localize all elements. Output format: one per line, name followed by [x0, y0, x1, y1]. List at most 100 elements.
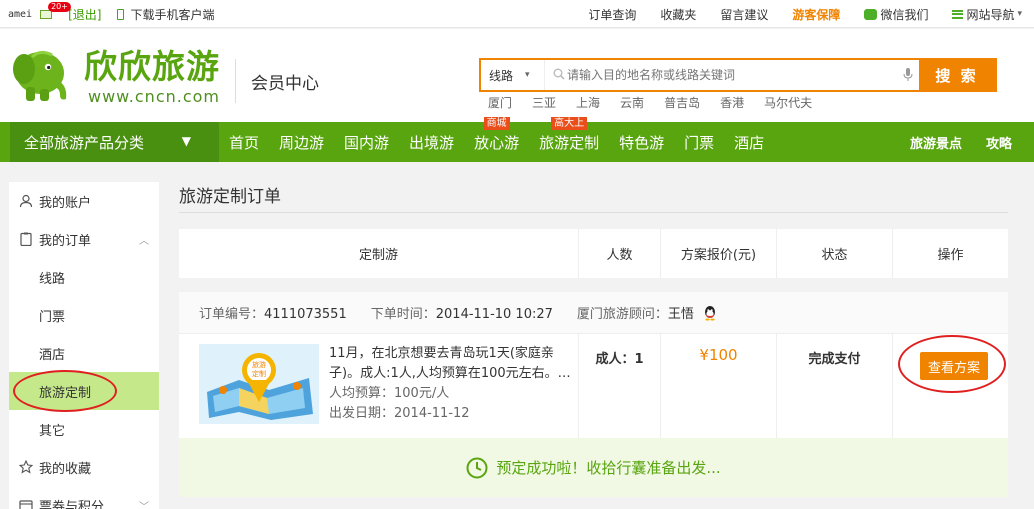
hot-destination-link[interactable]: 厦门 — [488, 94, 512, 111]
elephant-logo-icon[interactable] — [10, 43, 74, 107]
nav-item-attractions[interactable]: 旅游景点 — [910, 133, 962, 152]
hot-destination-link[interactable]: 马尔代夫 — [764, 94, 812, 111]
hot-destinations: 厦门 三亚 上海 云南 普吉岛 香港 马尔代夫 — [488, 94, 812, 111]
menu-icon — [952, 9, 964, 19]
microphone-icon[interactable] — [903, 68, 913, 82]
top-bar-left: amei 20+ [退出] 下载手机客户端 — [8, 0, 214, 28]
order-price: ¥100 — [661, 334, 777, 438]
sidebar-item-label: 其它 — [39, 423, 66, 439]
sidebar-subitem-custom-travel[interactable]: 旅游定制 — [9, 372, 159, 410]
sidebar-item-label: 旅游定制 — [39, 385, 92, 401]
sidebar-item-orders[interactable]: 我的订单 ︿ — [9, 220, 159, 258]
hot-destination-link[interactable]: 云南 — [620, 94, 644, 111]
nav-item-custom-travel[interactable]: 高大上 旅游定制 — [529, 117, 609, 162]
search-category-value: 线路 — [489, 68, 514, 83]
nav-item-tickets[interactable]: 门票 — [674, 122, 724, 162]
brand-name[interactable]: 欣欣旅游 — [84, 47, 220, 87]
sidebar-item-label: 我的账户 — [39, 195, 92, 211]
all-categories-menu[interactable]: 全部旅游产品分类 ▼ — [10, 122, 219, 162]
sidebar-item-account[interactable]: 我的账户 — [9, 182, 159, 220]
sidebar-item-label: 线路 — [39, 271, 66, 287]
order-budget: 人均预算：100元/人 — [329, 384, 579, 404]
wechat-link[interactable]: 微信我们 — [852, 6, 940, 23]
svg-text:定制: 定制 — [252, 369, 266, 378]
hot-destination-link[interactable]: 普吉岛 — [664, 94, 700, 111]
username[interactable]: amei — [8, 9, 32, 20]
order-number-label: 订单编号： — [199, 307, 265, 322]
nav-item-featured[interactable]: 特色游 — [609, 122, 674, 162]
search-category-select[interactable]: 线路 ▾ — [481, 60, 545, 90]
sidebar: 我的账户 我的订单 ︿ 线路 门票 酒店 旅游定制 其它 我的收藏 票券与积分 … — [9, 182, 159, 509]
order-card: 订单编号：4111073551 下单时间：2014-11-10 10:27 厦门… — [179, 292, 1008, 497]
download-app-link[interactable]: 下载手机客户端 — [130, 6, 214, 23]
order-summary[interactable]: 11月，在北京想要去青岛玩1天(家庭亲子)。成人:1人,人均预算在100元左右。… — [329, 344, 579, 384]
svg-text:旅游: 旅游 — [252, 360, 266, 369]
chevron-down-icon: ▼ — [181, 134, 191, 148]
hot-destination-link[interactable]: 上海 — [576, 94, 600, 111]
feedback-link[interactable]: 留言建议 — [708, 6, 780, 23]
nav-item-domestic[interactable]: 国内游 — [334, 122, 399, 162]
order-success-banner: 预定成功啦！收拾行囊准备出发... — [179, 438, 1008, 497]
hot-destination-link[interactable]: 三亚 — [532, 94, 556, 111]
order-description: 11月，在北京想要去青岛玩1天(家庭亲子)。成人:1人,人均预算在100元左右。… — [329, 344, 579, 424]
nav-item-assured[interactable]: 商城 放心游 — [464, 117, 529, 162]
nav-item-outbound[interactable]: 出境游 — [399, 122, 464, 162]
chevron-up-icon: ︿ — [139, 236, 149, 247]
wechat-label: 微信我们 — [880, 7, 929, 22]
sidebar-subitem-hotels[interactable]: 酒店 — [9, 334, 159, 372]
view-plan-button[interactable]: 查看方案 — [920, 352, 988, 380]
header-divider — [235, 59, 236, 103]
mail-icon[interactable]: 20+ — [40, 1, 71, 19]
departure-label: 出发日期： — [329, 406, 395, 421]
sidebar-item-label: 酒店 — [39, 347, 66, 363]
nav-item-tag: 商城 — [483, 117, 510, 130]
nav-right-links: 旅游景点 攻略 — [910, 122, 1012, 162]
order-people: 成人：1 — [579, 334, 661, 438]
search-input[interactable] — [567, 60, 887, 90]
qq-icon[interactable] — [702, 305, 718, 321]
mail-count-badge: 20+ — [48, 1, 71, 12]
nav-item-label: 门票 — [684, 133, 715, 152]
nav-item-label: 特色游 — [619, 133, 665, 152]
order-departure: 出发日期：2014-11-12 — [329, 404, 579, 424]
page-title: 旅游定制订单 — [179, 187, 281, 207]
search-box: 线路 ▾ 搜 索 — [479, 58, 997, 92]
nav-item-label: 出境游 — [409, 133, 455, 152]
sidebar-subitem-other[interactable]: 其它 — [9, 410, 159, 448]
star-icon — [19, 460, 33, 474]
custom-travel-map-thumbnail[interactable]: 旅游 定制 — [199, 344, 319, 424]
sidebar-item-favorites[interactable]: 我的收藏 — [9, 448, 159, 486]
search-icon — [553, 68, 565, 80]
sidebar-subitem-routes[interactable]: 线路 — [9, 258, 159, 296]
nav-item-hotels[interactable]: 酒店 — [724, 122, 774, 162]
nav-item-label: 酒店 — [734, 133, 765, 152]
hot-destination-link[interactable]: 香港 — [720, 94, 744, 111]
sidebar-subitem-tickets[interactable]: 门票 — [9, 296, 159, 334]
order-query-link[interactable]: 订单查询 — [576, 6, 648, 23]
logout-link[interactable]: [退出] — [68, 6, 101, 23]
nav-items: 首页 周边游 国内游 出境游 商城 放心游 高大上 旅游定制 特色游 门票 酒店 — [219, 117, 774, 162]
header: 欣欣旅游 www.cncn.com 会员中心 线路 ▾ 搜 索 厦门 三亚 上海… — [0, 29, 1034, 122]
success-message: 预定成功啦！收拾行囊准备出发... — [496, 459, 721, 477]
site-nav-link[interactable]: 网站导航 ▾ — [940, 6, 1034, 23]
column-header: 状态 — [777, 229, 893, 278]
advisor-label: 厦门旅游顾问： — [576, 307, 668, 322]
nav-item-label: 旅游定制 — [539, 133, 600, 152]
nav-item-nearby[interactable]: 周边游 — [269, 122, 334, 162]
nav-item-label: 国内游 — [344, 133, 390, 152]
favorites-link[interactable]: 收藏夹 — [648, 6, 708, 23]
order-meta: 订单编号：4111073551 下单时间：2014-11-10 10:27 厦门… — [179, 292, 1008, 334]
phone-icon — [117, 8, 125, 20]
order-row: 旅游 定制 11月，在北京想要去青岛玩1天(家庭亲子)。成人:1人,人均预算在1… — [179, 334, 1008, 438]
top-bar-links: 订单查询 收藏夹 留言建议 游客保障 微信我们 网站导航 ▾ — [576, 0, 1034, 28]
nav-item-home[interactable]: 首页 — [219, 122, 269, 162]
budget-label: 人均预算： — [329, 386, 395, 401]
nav-item-guides[interactable]: 攻略 — [986, 133, 1012, 152]
tourist-protection-link[interactable]: 游客保障 — [780, 6, 852, 23]
order-product-cell: 旅游 定制 11月，在北京想要去青岛玩1天(家庭亲子)。成人:1人,人均预算在1… — [179, 334, 579, 438]
column-header: 定制游 — [179, 229, 579, 278]
clipboard-icon — [20, 232, 32, 246]
sidebar-item-coupons[interactable]: 票券与积分 ﹀ — [9, 486, 159, 509]
sidebar-item-label: 门票 — [39, 309, 66, 325]
search-button[interactable]: 搜 索 — [919, 60, 995, 90]
